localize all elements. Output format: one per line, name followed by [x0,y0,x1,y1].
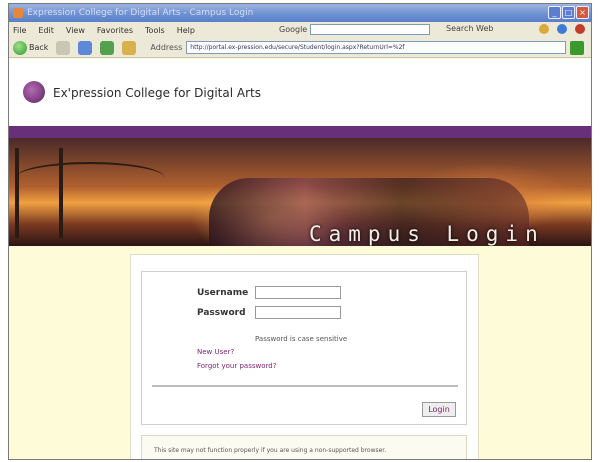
site-header: Ex'pression College for Digital Arts [9,59,591,126]
header-divider [9,126,591,138]
new-user-link[interactable]: New User? [197,348,234,356]
back-arrow-icon [13,40,27,55]
google-label: Google [279,25,308,34]
pin-icon[interactable] [575,24,585,34]
google-toolbar: Google [279,24,431,35]
title-bar: Expression College for Digital Arts - Ca… [9,4,591,22]
campus-banner: Campus Login [9,138,591,246]
address-input[interactable]: http://portal.ex-pression.edu/secure/Stu… [186,41,567,54]
window-controls: _ □ × [548,6,589,19]
go-button[interactable] [570,40,585,55]
username-label: Username [197,287,249,298]
warning-text: This site may not function properly if y… [154,447,387,454]
menu-view[interactable]: View [66,26,85,35]
toolbar-icons [539,24,585,34]
stop-icon[interactable] [78,40,93,55]
forward-icon[interactable] [56,40,71,55]
menu-file[interactable]: File [13,26,26,35]
login-button[interactable]: Login [422,402,456,417]
menu-bar: File Edit View Favorites Tools Help Goog… [9,22,591,38]
browser-icon [13,8,23,18]
menu-tools[interactable]: Tools [145,26,165,35]
maximize-button[interactable]: □ [562,6,575,19]
banner-title: Campus Login [309,222,545,246]
highlight-icon[interactable] [539,24,549,34]
back-button[interactable]: Back [13,40,49,55]
site-brand: Ex'pression College for Digital Arts [53,86,261,100]
forgot-password-link[interactable]: Forgot your password? [197,362,276,370]
browser-warning: This site may not function properly if y… [141,435,467,459]
home-icon[interactable] [122,40,137,55]
browser-window: Expression College for Digital Arts - Ca… [8,3,592,460]
page-content: Ex'pression College for Digital Arts Cam… [9,59,591,459]
google-search-input[interactable] [310,24,431,35]
login-card: Username Password Password is case sensi… [130,254,479,459]
menu-help[interactable]: Help [177,26,195,35]
password-row: Password [197,306,341,319]
back-label: Back [29,43,49,52]
search-web-button[interactable]: Search Web [446,24,493,33]
case-sensitive-note: Password is case sensitive [255,335,348,343]
close-button[interactable]: × [576,6,589,19]
minimize-button[interactable]: _ [548,6,561,19]
college-logo [23,81,45,103]
address-label: Address [150,43,183,52]
menu-edit[interactable]: Edit [38,26,54,35]
username-row: Username [197,286,341,299]
info-icon[interactable] [557,24,567,34]
form-divider [152,385,458,387]
navigation-bar: Back Address http://portal.ex-pression.e… [9,38,591,58]
username-input[interactable] [255,286,341,299]
refresh-icon[interactable] [100,40,115,55]
login-form: Username Password Password is case sensi… [141,271,467,425]
bridge-graphic [15,148,165,238]
password-input[interactable] [255,306,341,319]
password-label: Password [197,307,246,318]
menu-favorites[interactable]: Favorites [97,26,133,35]
window-title: Expression College for Digital Arts - Ca… [27,8,254,18]
